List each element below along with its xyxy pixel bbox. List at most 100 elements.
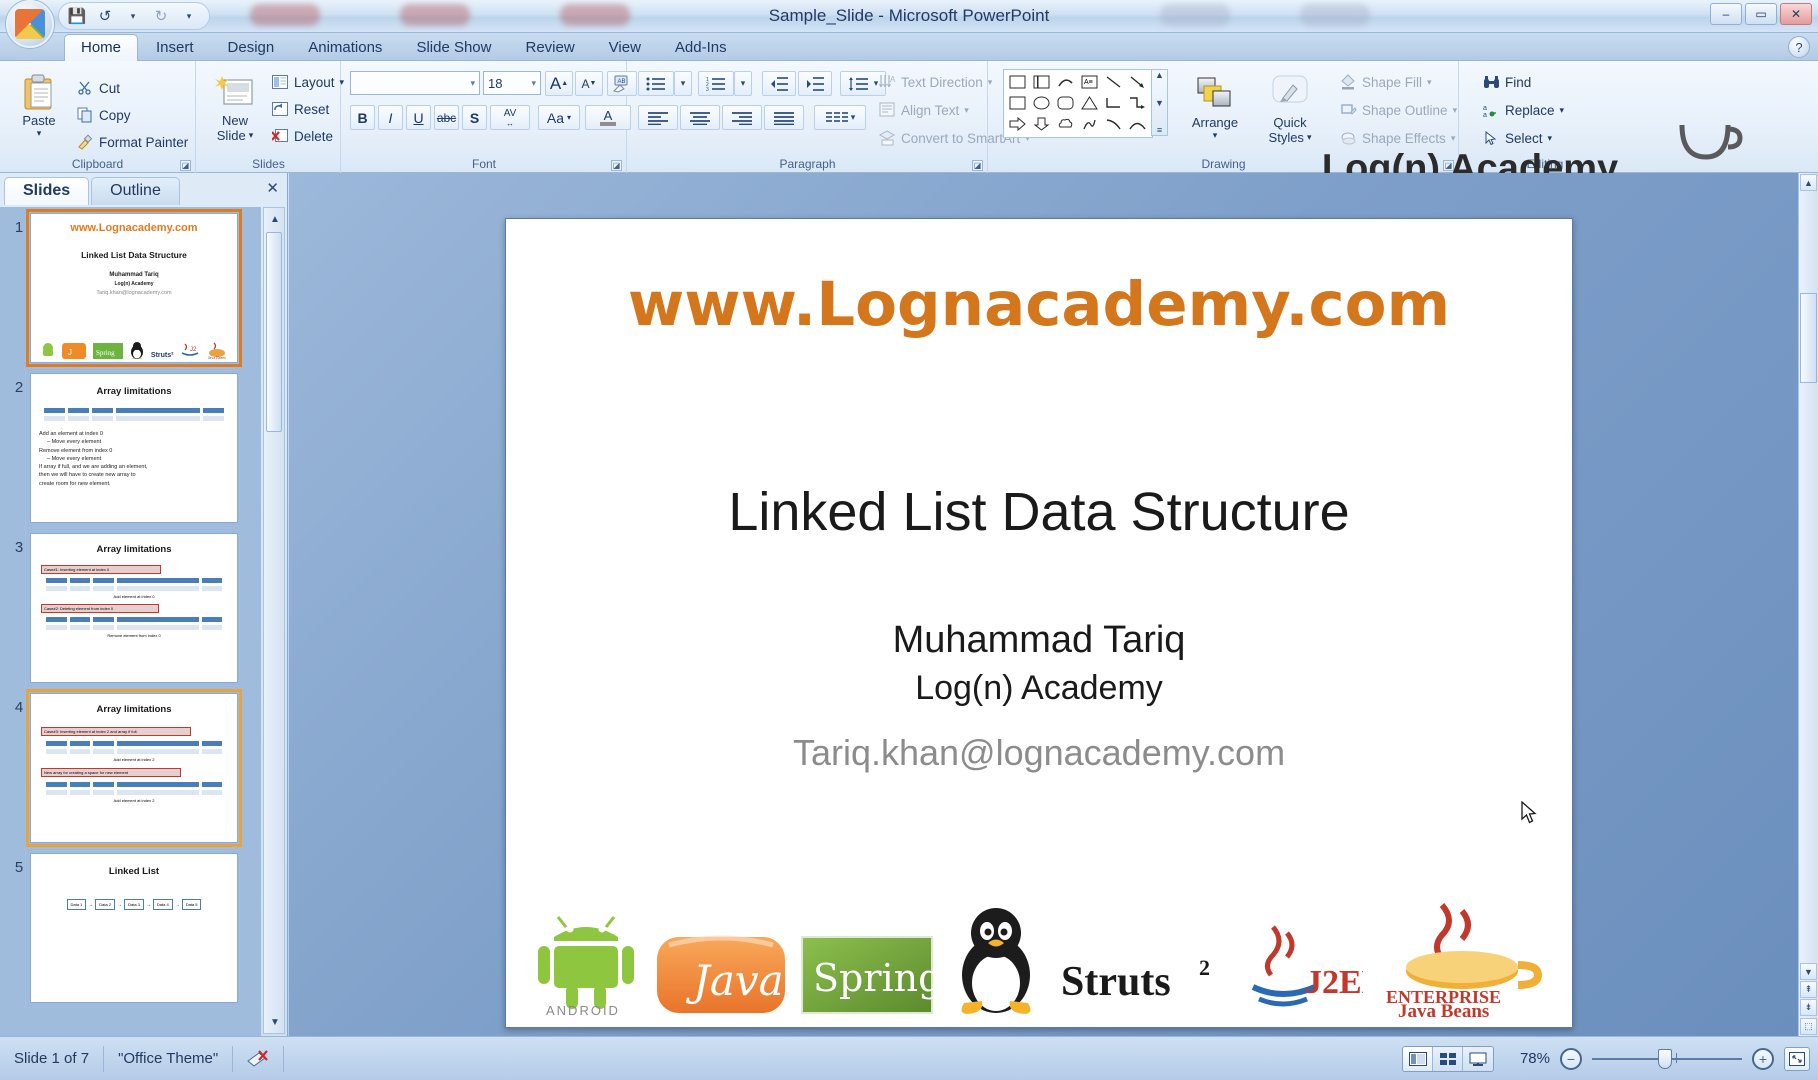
bullets-dropdown-button[interactable]: ▾ <box>674 71 692 96</box>
shape-fill-button[interactable]: Shape Fill ▾ <box>1339 73 1432 91</box>
list-item[interactable]: 5 Linked List Data 1 → Data 2 → Data 3 →… <box>8 853 257 1003</box>
pane-scroll-thumb[interactable] <box>266 232 282 432</box>
shape-curve-arrow[interactable] <box>1054 72 1076 91</box>
view-normal-button[interactable] <box>1403 1046 1433 1071</box>
zoom-slider[interactable] <box>1592 1048 1742 1069</box>
next-slide-icon[interactable]: ⇟ <box>1800 999 1817 1016</box>
pane-scroll-up-icon[interactable]: ▲ <box>267 210 283 228</box>
shape-text-box[interactable] <box>1030 72 1052 91</box>
shapes-scroll-down-icon[interactable]: ▼ <box>1155 98 1164 108</box>
grow-font-button[interactable]: A ▲ <box>545 71 573 96</box>
cut-button[interactable]: Cut <box>76 79 120 97</box>
shape-rounded-rectangle[interactable] <box>1054 93 1076 112</box>
shape-outline-button[interactable]: Shape Outline ▾ <box>1339 101 1457 119</box>
slide-organization-text[interactable]: Log(n) Academy <box>506 669 1572 708</box>
align-left-button[interactable] <box>638 105 678 130</box>
tab-animations[interactable]: Animations <box>292 35 398 61</box>
scroll-down-icon[interactable]: ▼ <box>1800 963 1817 980</box>
tab-review[interactable]: Review <box>509 35 590 61</box>
pane-tab-outline[interactable]: Outline <box>91 177 180 205</box>
text-shadow-button[interactable]: S <box>462 105 487 130</box>
zoom-in-button[interactable]: + <box>1752 1047 1774 1070</box>
bullets-button[interactable] <box>638 71 674 96</box>
tab-slide-show[interactable]: Slide Show <box>400 35 507 61</box>
numbering-dropdown-button[interactable]: ▾ <box>734 71 752 96</box>
arrange-button[interactable]: Arrange ▾ <box>1179 73 1251 141</box>
customize-qat-icon[interactable]: ▾ <box>177 5 201 27</box>
slide-editing-area[interactable]: www.Lognacademy.com Linked List Data Str… <box>289 173 1798 1036</box>
close-button[interactable]: ✕ <box>1780 3 1812 25</box>
scroll-thumb[interactable] <box>1800 293 1817 383</box>
character-spacing-button[interactable]: AV ↔ <box>490 105 530 130</box>
decrease-indent-button[interactable] <box>762 71 796 96</box>
tab-insert[interactable]: Insert <box>140 35 210 61</box>
tab-view[interactable]: View <box>593 35 657 61</box>
columns-button[interactable]: ▾ <box>814 105 866 130</box>
text-direction-button[interactable]: A Text Direction ▾ <box>878 73 992 91</box>
shape-cloud[interactable] <box>1054 114 1076 133</box>
view-slideshow-button[interactable] <box>1463 1046 1493 1071</box>
fit-to-window-button[interactable] <box>1784 1046 1810 1071</box>
shape-scribble[interactable] <box>1078 114 1100 133</box>
shape-right-arrow[interactable] <box>1006 114 1028 133</box>
italic-button[interactable]: I <box>378 105 403 130</box>
numbering-button[interactable]: 123 <box>698 71 734 96</box>
scroll-up-icon[interactable]: ▲ <box>1800 174 1817 191</box>
font-color-button[interactable]: A <box>585 105 631 130</box>
slides-pane-scrollbar[interactable]: ▲ ▼ <box>263 207 285 1034</box>
office-button[interactable] <box>6 0 54 48</box>
redo-button[interactable]: ↻ <box>149 5 173 27</box>
slide-thumbnail-1[interactable]: www.Lognacademy.com Linked List Data Str… <box>26 209 242 367</box>
shapes-scroll-more-icon[interactable]: ≡ <box>1157 125 1162 135</box>
current-slide[interactable]: www.Lognacademy.com Linked List Data Str… <box>505 218 1573 1028</box>
clipboard-dialog-launcher[interactable]: ◪ <box>180 160 191 171</box>
font-size-input[interactable]: 18 ▾ <box>483 71 541 95</box>
reset-button[interactable]: Reset <box>271 100 329 118</box>
align-text-button[interactable]: Align Text ▾ <box>878 101 969 119</box>
pane-scroll-down-icon[interactable]: ▼ <box>267 1013 283 1031</box>
slide-title-text[interactable]: www.Lognacademy.com <box>506 269 1572 340</box>
align-center-button[interactable] <box>680 105 720 130</box>
shape-triangle[interactable] <box>1078 93 1100 112</box>
list-item[interactable]: 1 www.Lognacademy.com Linked List Data S… <box>8 209 257 367</box>
slide-heading-text[interactable]: Linked List Data Structure <box>506 481 1572 543</box>
layout-button[interactable]: Layout ▾ <box>271 73 344 91</box>
undo-button[interactable]: ↺ <box>93 5 117 27</box>
replace-button[interactable]: aa Replace ▾ <box>1482 101 1565 119</box>
spellcheck-button[interactable] <box>233 1045 285 1072</box>
slide-thumbnail-5[interactable]: Linked List Data 1 → Data 2 → Data 3 → D… <box>30 853 238 1003</box>
tab-design[interactable]: Design <box>212 35 291 61</box>
bold-button[interactable]: B <box>350 105 375 130</box>
slide-thumbnail-list[interactable]: 1 www.Lognacademy.com Linked List Data S… <box>0 207 261 1036</box>
justify-button[interactable] <box>764 105 804 130</box>
zoom-out-button[interactable]: − <box>1560 1047 1582 1070</box>
previous-slide-icon[interactable]: ⇞ <box>1800 981 1817 998</box>
theme-indicator[interactable]: "Office Theme" <box>104 1045 234 1072</box>
slide-navigation-icon[interactable]: ⬚ <box>1800 1018 1817 1035</box>
shape-text-placeholder[interactable]: A≡ <box>1078 72 1100 91</box>
change-case-button[interactable]: Aa ▾ <box>538 105 580 130</box>
quick-styles-button[interactable]: Quick Styles ▾ <box>1254 73 1326 145</box>
shape-oval[interactable] <box>1030 93 1052 112</box>
tab-add-ins[interactable]: Add-Ins <box>659 35 743 61</box>
view-slide-sorter-button[interactable] <box>1433 1046 1463 1071</box>
shape-rectangle[interactable] <box>1006 72 1028 91</box>
slide-vertical-scrollbar[interactable]: ▲ ▼ ⇞ ⇟ ⬚ <box>1798 173 1818 1036</box>
list-item[interactable]: 4 Array limitations Case#3: Inserting el… <box>8 689 257 847</box>
slide-thumbnail-4[interactable]: Array limitations Case#3: Inserting elem… <box>26 689 242 847</box>
shapes-scroll-up-icon[interactable]: ▲ <box>1155 70 1164 80</box>
zoom-slider-handle[interactable] <box>1658 1048 1672 1069</box>
copy-button[interactable]: Copy <box>76 106 131 124</box>
help-icon[interactable]: ? <box>1788 36 1810 58</box>
new-slide-button[interactable]: New Slide ▾ <box>207 71 263 143</box>
slide-indicator[interactable]: Slide 1 of 7 <box>0 1045 105 1072</box>
shape-rectangle-2[interactable] <box>1006 93 1028 112</box>
font-name-input[interactable]: ▾ <box>350 71 480 95</box>
underline-button[interactable]: U <box>406 105 431 130</box>
slide-thumbnail-2[interactable]: Array limitations Add an element at inde… <box>30 373 238 523</box>
save-button[interactable]: 💾 <box>65 5 89 27</box>
shape-elbow-arrow[interactable] <box>1126 93 1148 112</box>
find-button[interactable]: Find <box>1482 73 1531 91</box>
drawing-dialog-launcher[interactable]: ◪ <box>1443 160 1454 171</box>
strikethrough-button[interactable]: abc <box>434 105 459 130</box>
